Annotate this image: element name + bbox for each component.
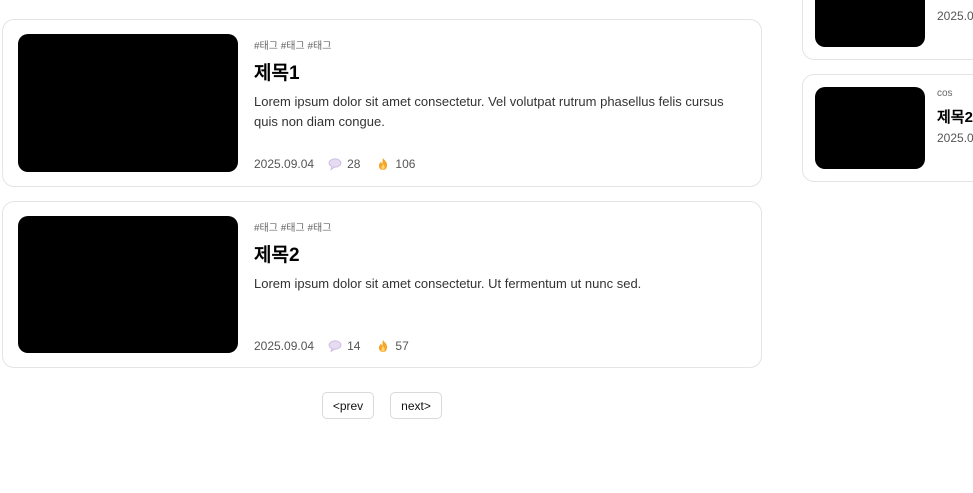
post-meta: 2025.09.04 28 106 (254, 157, 431, 171)
like-count: 106 (376, 157, 415, 171)
comment-count: 28 (328, 157, 360, 171)
fire-icon (379, 158, 388, 170)
sidebar-thumbnail[interactable] (815, 87, 925, 169)
next-button[interactable]: next> (390, 392, 442, 419)
sidebar-card[interactable]: cos 제목2 2025.0 (802, 74, 973, 182)
comment-icon (328, 158, 342, 171)
fire-icon (379, 340, 388, 352)
post-excerpt: Lorem ipsum dolor sit amet consectetur. … (254, 276, 642, 291)
comment-count-value: 14 (347, 339, 361, 353)
prev-button[interactable]: <prev (322, 392, 374, 419)
sidebar-date: 2025.0 (937, 131, 973, 145)
like-count-value: 57 (395, 339, 409, 353)
sidebar-thumbnail[interactable] (815, 0, 925, 47)
post-card[interactable]: #태그 #태그 #태그 제목1 Lorem ipsum dolor sit am… (2, 19, 762, 187)
post-thumbnail[interactable] (18, 216, 238, 353)
comment-icon (328, 340, 342, 353)
post-date: 2025.09.04 (254, 157, 315, 171)
post-title[interactable]: 제목1 (254, 58, 300, 85)
sidebar-date: 2025.0 (937, 9, 973, 23)
post-tags: #태그 #태그 #태그 (254, 223, 332, 234)
sidebar-card[interactable]: 2025.0 (802, 0, 973, 60)
like-count: 57 (376, 339, 409, 353)
post-tags: #태그 #태그 #태그 (254, 41, 332, 52)
post-card[interactable]: #태그 #태그 #태그 제목2 Lorem ipsum dolor sit am… (2, 201, 762, 368)
post-title[interactable]: 제목2 (254, 240, 300, 267)
post-date: 2025.09.04 (254, 339, 315, 353)
post-excerpt: Lorem ipsum dolor sit amet consectetur. … (254, 94, 724, 129)
comment-count-value: 28 (347, 157, 361, 171)
post-thumbnail[interactable] (18, 34, 238, 172)
like-count-value: 106 (395, 157, 416, 171)
sidebar-tag: cos (937, 88, 953, 99)
post-meta: 2025.09.04 14 57 (254, 339, 425, 353)
sidebar-title[interactable]: 제목2 (937, 106, 973, 127)
comment-count: 14 (328, 339, 360, 353)
